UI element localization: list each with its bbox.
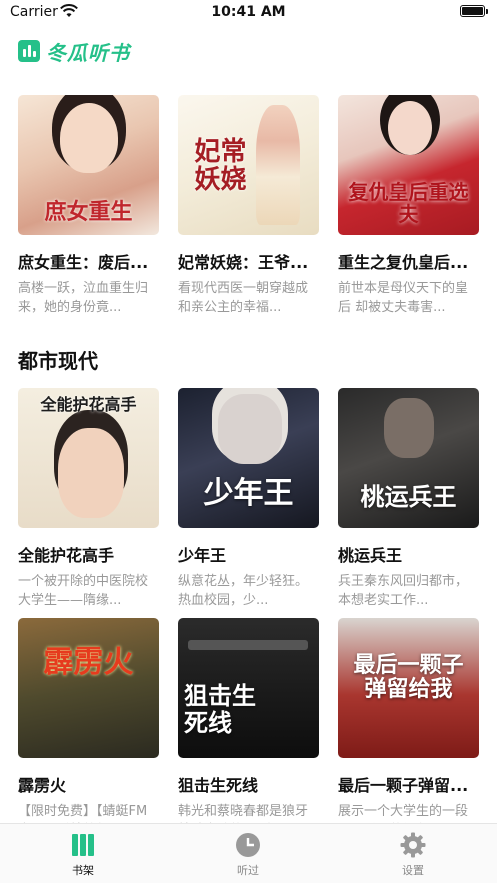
book-card[interactable]: 狙击生死线 狙击生死线 韩光和蔡晓春都是狼牙特种大队的*狙击... [178, 618, 319, 840]
book-cover[interactable]: 少年王 [178, 388, 319, 528]
book-title[interactable]: 桃运兵王 [338, 542, 479, 566]
book-cover[interactable]: 桃运兵王 [338, 388, 479, 528]
book-title[interactable]: 全能护花高手 [18, 542, 159, 566]
book-title[interactable]: 庶女重生：废后... [18, 249, 159, 273]
book-title[interactable]: 少年王 [178, 542, 319, 566]
book-cover[interactable]: 全能护花高手 [18, 388, 159, 528]
book-description: 看现代西医一朝穿越成和亲公主的幸福... [178, 281, 309, 315]
book-card[interactable]: 复仇皇后重选夫 重生之复仇皇后... 前世本是母仪天下的皇后 却被丈夫毒害... [338, 95, 479, 317]
bookshelf-icon [70, 832, 96, 858]
book-title[interactable]: 霹雳火 [18, 772, 159, 796]
book-description: 前世本是母仪天下的皇后 却被丈夫毒害... [338, 281, 469, 315]
tab-history[interactable]: 听过 [198, 832, 298, 878]
book-title[interactable]: 重生之复仇皇后... [338, 249, 479, 273]
logo-icon [18, 40, 40, 62]
clock-icon [235, 832, 261, 858]
book-cover[interactable]: 妃常妖娆 [178, 95, 319, 235]
book-title[interactable]: 最后一颗子弹留... [338, 772, 479, 796]
book-title[interactable]: 妃常妖娆：王爷... [178, 249, 319, 273]
book-cover[interactable]: 庶女重生 [18, 95, 159, 235]
book-card[interactable]: 全能护花高手 全能护花高手 一个被开除的中医院校大学生——隋缘... [18, 388, 159, 610]
tab-settings[interactable]: 设置 [363, 832, 463, 878]
book-cover[interactable]: 霹雳火 [18, 618, 159, 758]
status-bar: Carrier 10:41 AM [0, 0, 497, 26]
book-card[interactable]: 妃常妖娆 妃常妖娆：王爷... 看现代西医一朝穿越成和亲公主的幸福... [178, 95, 319, 317]
book-description: 纵意花丛，年少轻狂。热血校园，少... [178, 574, 309, 608]
tab-bookshelf[interactable]: 书架 [33, 832, 133, 878]
tab-bar: 书架 听过 设置 [0, 823, 497, 883]
book-cover[interactable]: 最后一颗子弹留给我 [338, 618, 479, 758]
tab-label: 书架 [72, 864, 94, 877]
app-header: 冬瓜听书 [18, 36, 130, 66]
book-cover[interactable]: 狙击生死线 [178, 618, 319, 758]
gear-icon [400, 832, 426, 858]
book-description: 一个被开除的中医院校大学生——隋缘... [18, 574, 149, 608]
section-title: 都市现代 [18, 349, 98, 373]
app-logo-text: 冬瓜听书 [46, 40, 130, 65]
book-description: 高楼一跃，泣血重生归来，她的身份竟... [18, 281, 149, 315]
book-card[interactable]: 少年王 少年王 纵意花丛，年少轻狂。热血校园，少... [178, 388, 319, 610]
clock-time: 10:41 AM [211, 4, 286, 20]
book-card[interactable]: 桃运兵王 桃运兵王 兵王秦东风回归都市，本想老实工作... [338, 388, 479, 610]
book-description: 兵王秦东风回归都市，本想老实工作... [338, 574, 469, 608]
tab-label: 设置 [402, 864, 424, 877]
book-card[interactable]: 最后一颗子弹留给我 最后一颗子弹留... 展示一个大学生的一段异于常人的绿色..… [338, 618, 479, 840]
tab-label: 听过 [237, 864, 259, 877]
book-cover[interactable]: 复仇皇后重选夫 [338, 95, 479, 235]
battery-icon [460, 5, 488, 17]
book-card[interactable]: 霹雳火 霹雳火 【限时免费】【蜻蜓FM出品】看特战部... [18, 618, 159, 840]
book-card[interactable]: 庶女重生 庶女重生：废后... 高楼一跃，泣血重生归来，她的身份竟... [18, 95, 159, 317]
book-title[interactable]: 狙击生死线 [178, 772, 319, 796]
